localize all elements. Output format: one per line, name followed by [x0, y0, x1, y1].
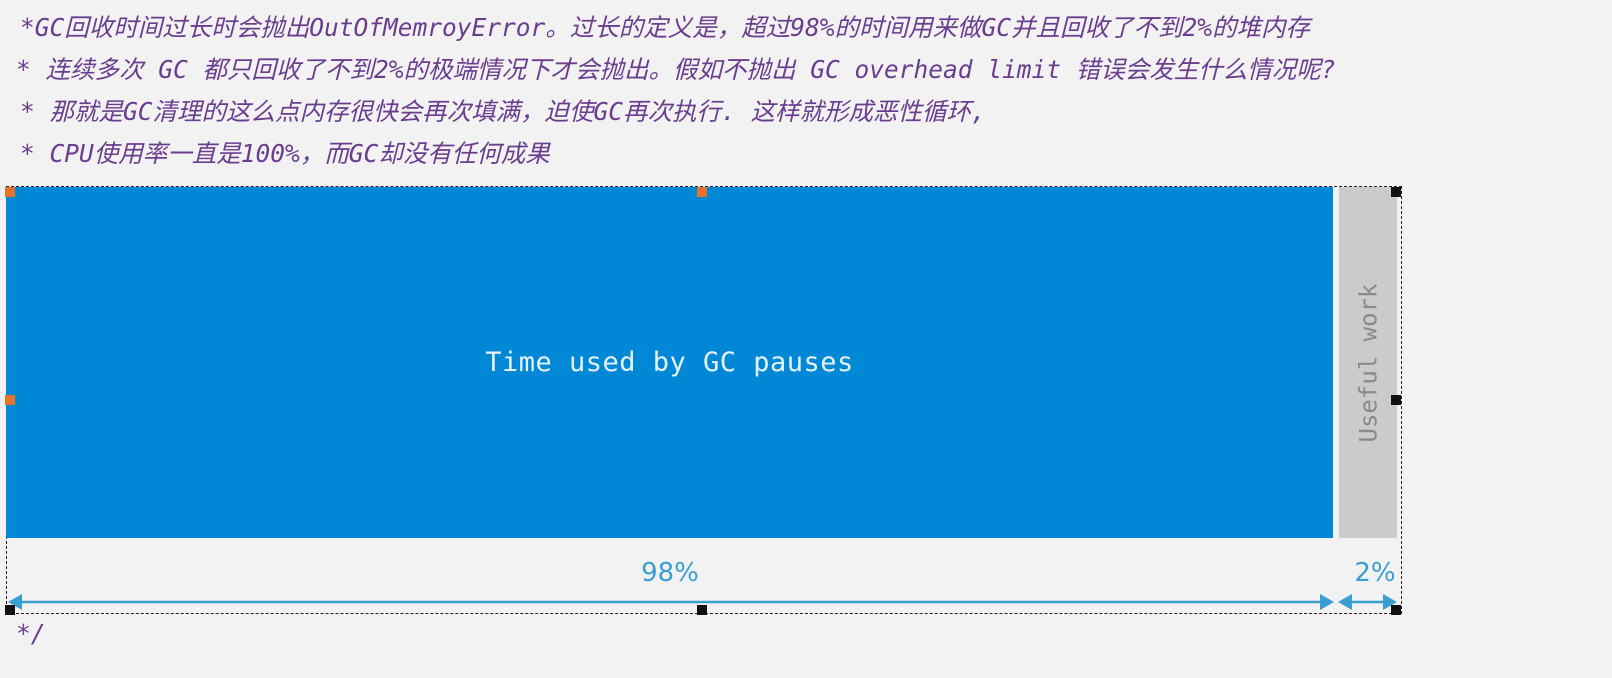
work-arrow-left-icon: [1338, 594, 1352, 610]
resize-handle-middle-right[interactable]: [1391, 395, 1401, 405]
dimension-arrows: [8, 594, 1397, 610]
resize-handle-top-right[interactable]: [1391, 187, 1401, 197]
resize-handle-bottom-middle[interactable]: [697, 605, 707, 615]
resize-handle-top-left[interactable]: [5, 187, 15, 197]
resize-handle-middle-left[interactable]: [5, 395, 15, 405]
gc-arrow-right-icon: [1320, 594, 1334, 610]
resize-handle-bottom-right[interactable]: [1391, 605, 1401, 615]
resize-handle-top-middle[interactable]: [697, 187, 707, 197]
comment-end: */: [16, 619, 46, 648]
resize-handle-bottom-left[interactable]: [5, 605, 15, 615]
